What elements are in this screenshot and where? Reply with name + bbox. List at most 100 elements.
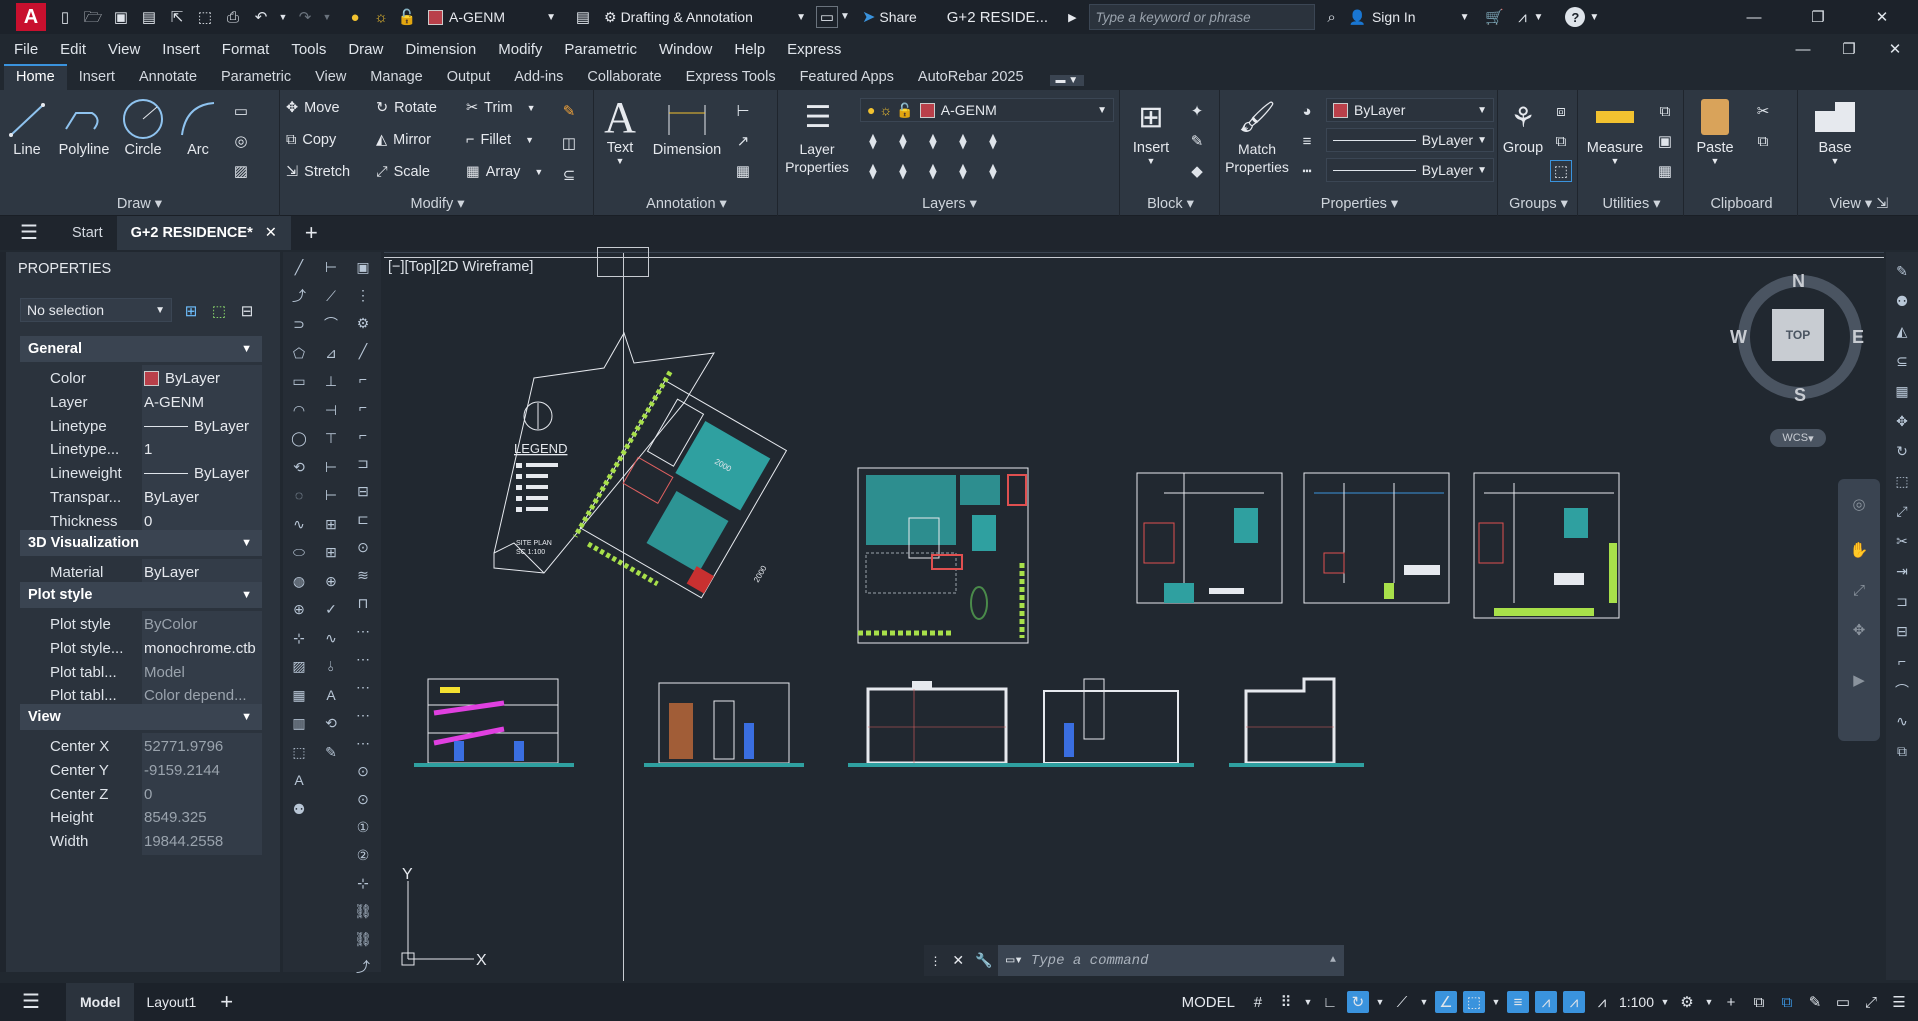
make-block-icon[interactable]: ⊕ (288, 598, 310, 620)
diameter-icon[interactable]: ⊤ (320, 427, 342, 449)
tab-autorebar[interactable]: AutoRebar 2025 (906, 66, 1036, 90)
id-point-icon[interactable]: ⧉ (1654, 100, 1676, 122)
tab-current-drawing[interactable]: G+2 RESIDENCE* ✕ (116, 216, 291, 250)
revision-cloud-icon[interactable]: ⟲ (288, 456, 310, 478)
help-icon[interactable]: ? (1565, 7, 1586, 27)
paste-button[interactable]: Paste ▼ (1688, 94, 1742, 166)
tab-view[interactable]: View (303, 66, 358, 90)
annotation-autoscale-icon[interactable]: ⩘ (1562, 991, 1585, 1013)
lineweight-icon[interactable]: ≡ (1296, 130, 1318, 152)
color-wheel-icon[interactable]: ◕ (1296, 100, 1318, 122)
tab-home[interactable]: Home (4, 64, 67, 90)
right-erase-icon[interactable]: ✎ (1891, 260, 1913, 282)
close-tab-icon[interactable]: ✕ (265, 225, 277, 241)
menu-edit[interactable]: Edit (60, 41, 86, 58)
rectangle-icon[interactable]: ▭ (288, 370, 310, 392)
point-icon[interactable]: ⊹ (288, 627, 310, 649)
workspace-gear-icon[interactable]: ⚙ (1676, 991, 1698, 1013)
save-icon[interactable]: ▣ (110, 6, 132, 28)
annotation-visibility-icon[interactable]: ⩘ (1534, 991, 1557, 1013)
aligned-dim-icon[interactable]: ⟋ (320, 285, 342, 307)
arc-icon[interactable]: ◠ (288, 399, 310, 421)
angular-icon[interactable]: ⊢ (320, 456, 342, 478)
right-rotate-icon[interactable]: ↻ (1891, 440, 1913, 462)
gradient-icon[interactable]: ▨ (230, 160, 252, 182)
polygon-icon[interactable]: ⬠ (288, 342, 310, 364)
polyline-icon[interactable]: ⊃ (288, 313, 310, 335)
trim-obj-icon[interactable]: ⊏ (352, 508, 374, 530)
panel-title-modify[interactable]: Modify ▾ (282, 196, 593, 212)
group-edit-icon[interactable]: ⧉ (1550, 130, 1572, 152)
palette-grip[interactable] (0, 252, 6, 972)
linear-dim-icon[interactable]: ⊢ (320, 256, 342, 278)
extend-obj-icon[interactable]: ⊙ (352, 536, 374, 558)
app-logo[interactable]: A (16, 3, 46, 31)
menu-format[interactable]: Format (222, 41, 270, 58)
explode-icon[interactable]: ⋯ (352, 704, 374, 726)
cart-icon[interactable]: 🛒 (1483, 6, 1505, 28)
osnap-icon[interactable]: ⬚ (1462, 991, 1485, 1013)
toggle-pickadd-icon[interactable]: ⊞ (180, 300, 202, 322)
offset-icon[interactable]: ⊆ (558, 164, 580, 186)
layer-on-tool-icon[interactable]: ⧫ (862, 160, 884, 182)
right-offset-icon[interactable]: ⊆ (1891, 350, 1913, 372)
jogged-icon[interactable]: ⊣ (320, 399, 342, 421)
explode-icon[interactable]: ◫ (558, 132, 580, 154)
toolbar-dropdown-icon[interactable]: ▼ (838, 6, 852, 28)
save-as-icon[interactable]: ▤ (138, 6, 160, 28)
arc-button[interactable]: Arc (174, 96, 222, 158)
quick-dim-icon[interactable]: ⊢ (320, 484, 342, 506)
osnap-dropdown-icon[interactable]: ▼ (1491, 991, 1501, 1013)
workspace-dropdown[interactable]: ⚙ Drafting & Annotation ▼ (598, 5, 812, 29)
array-button[interactable]: ▦ Array ▼ (466, 164, 543, 180)
radius-icon[interactable]: ⊥ (320, 370, 342, 392)
tab-model[interactable]: Model (66, 983, 135, 1021)
menu-file[interactable]: File (14, 41, 38, 58)
isodraft-icon[interactable]: ⟋ (1391, 991, 1413, 1013)
isodraft-dropdown-icon[interactable]: ▼ (1419, 991, 1429, 1013)
collapse-icon[interactable]: ▼ (241, 537, 252, 549)
collapse-icon[interactable]: ▼ (241, 343, 252, 355)
close-icon[interactable]: ✕ (1862, 6, 1902, 28)
right-blend-icon[interactable]: ∿ (1891, 710, 1913, 732)
quick-properties-icon[interactable]: ⧉ (1776, 991, 1798, 1013)
circle-icon[interactable]: ◯ (288, 427, 310, 449)
snap-7-icon[interactable]: ⛓ (352, 900, 374, 922)
graphics-performance-icon[interactable]: ▭ (1832, 991, 1854, 1013)
add-selected-icon[interactable]: ⚉ (288, 798, 310, 820)
command-grip-icon[interactable]: ⋮ (929, 954, 941, 968)
section-header-view[interactable]: View ▼ (20, 704, 262, 730)
polar-icon[interactable]: ↻ (1346, 991, 1369, 1013)
array-obj-icon[interactable]: ⌐ (352, 368, 374, 390)
tab-collaborate[interactable]: Collaborate (575, 66, 673, 90)
layer-lock-icon[interactable]: 🔓 (396, 6, 418, 28)
annotation-scale-value[interactable]: 1:100 (1619, 994, 1654, 1010)
insert-block-icon[interactable]: ◍ (288, 570, 310, 592)
sign-in-button[interactable]: 👤 Sign In (1349, 9, 1416, 26)
doc-close-icon[interactable]: ✕ (1880, 38, 1910, 60)
cut-icon[interactable]: ✂ (1752, 100, 1774, 122)
copy-clip-icon[interactable]: ⧉ (1752, 130, 1774, 152)
right-array-icon[interactable]: ▦ (1891, 380, 1913, 402)
scale-dropdown-icon[interactable]: ▼ (1660, 991, 1670, 1013)
menu-window[interactable]: Window (659, 41, 712, 58)
snap-4-icon[interactable]: ① (352, 816, 374, 838)
tab-output[interactable]: Output (435, 66, 503, 90)
leader-icon[interactable]: ↗ (732, 130, 754, 152)
tab-express-tools[interactable]: Express Tools (674, 66, 788, 90)
offset-icon[interactable]: ╱ (352, 340, 374, 362)
doc-restore-icon[interactable]: ❐ (1834, 38, 1864, 60)
tab-featured-apps[interactable]: Featured Apps (788, 66, 906, 90)
polyline-button[interactable]: Polyline (52, 96, 116, 158)
text-button[interactable]: A Text ▼ (602, 93, 638, 167)
menu-modify[interactable]: Modify (498, 41, 542, 58)
redo-icon[interactable]: ↷ (294, 6, 316, 28)
right-move-icon[interactable]: ✥ (1891, 410, 1913, 432)
arc-length-icon[interactable]: ⌒ (320, 313, 342, 335)
tab-add-ins[interactable]: Add-ins (502, 66, 575, 90)
quick-select-icon[interactable]: ⊟ (236, 300, 258, 322)
layer-lock-tool-icon[interactable]: ⧫ (952, 130, 974, 152)
layer-walk-icon[interactable]: ⧫ (982, 160, 1004, 182)
line-icon[interactable]: ╱ (288, 256, 310, 278)
ortho-icon[interactable]: ∟ (1319, 991, 1341, 1013)
